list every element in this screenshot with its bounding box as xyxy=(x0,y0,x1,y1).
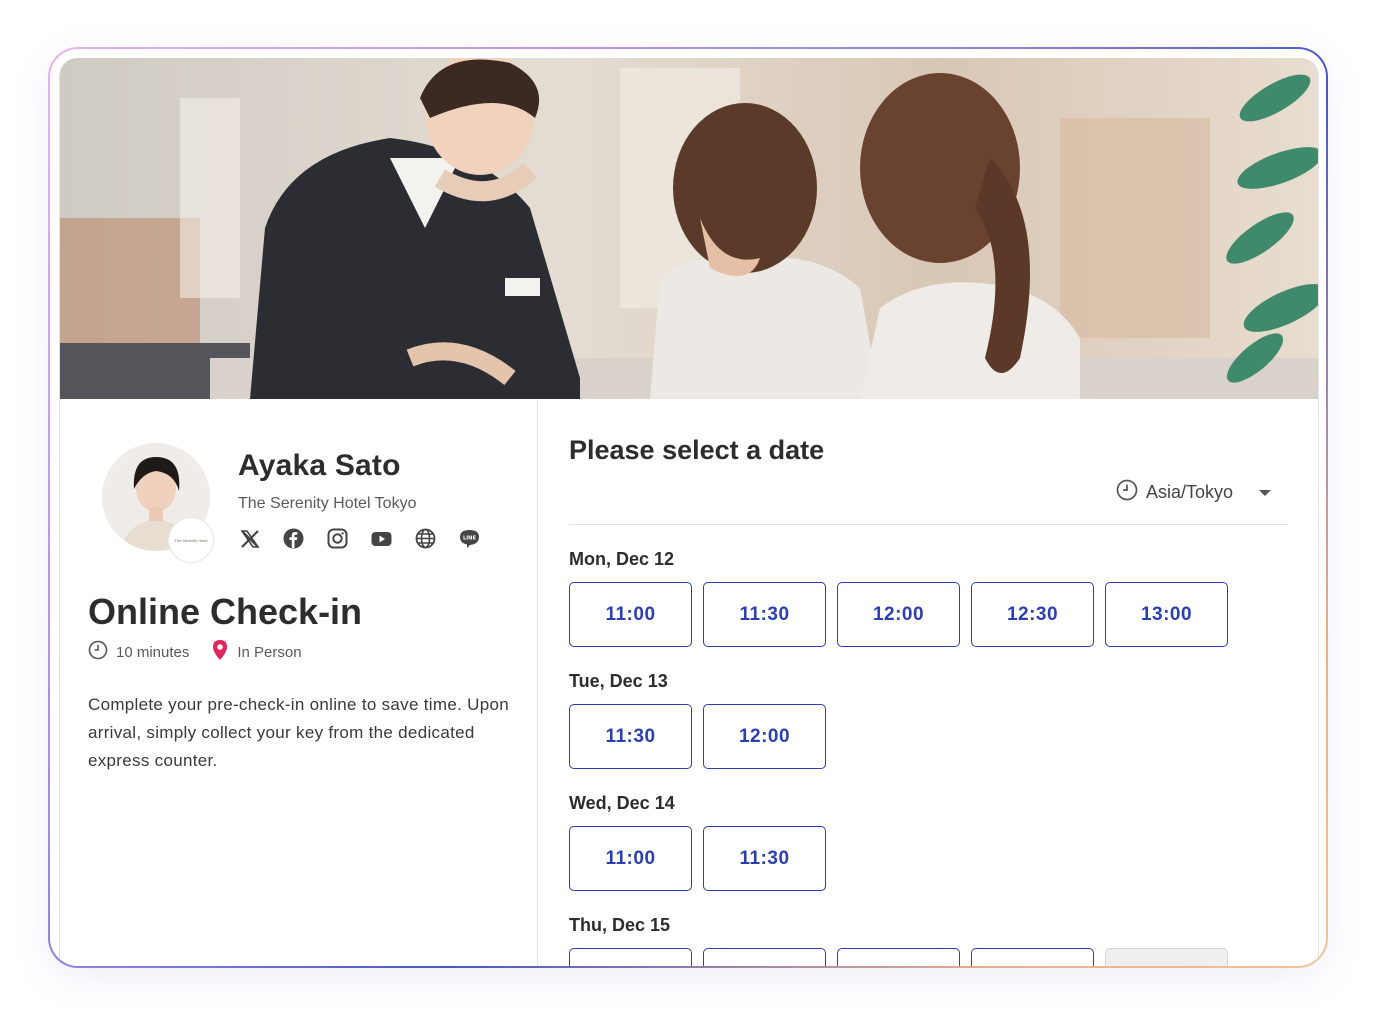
booking-card: The Serenity Hotel Ayaka Sato The Sereni… xyxy=(59,58,1319,966)
time-slot-button[interactable]: 12:30 xyxy=(971,582,1094,647)
clock-icon xyxy=(1116,479,1138,506)
time-slot-button[interactable] xyxy=(569,948,692,966)
date-selection-panel: Please select a date Asia/Tokyo Mon, Dec… xyxy=(538,399,1318,966)
time-slots xyxy=(569,948,1309,966)
event-description: Complete your pre-check-in online to sav… xyxy=(88,695,509,770)
time-slot-button[interactable]: 11:30 xyxy=(569,704,692,769)
time-slot-button[interactable]: 11:30 xyxy=(703,826,826,891)
day-label: Thu, Dec 15 xyxy=(569,915,671,935)
line-icon-label: LINE xyxy=(463,535,477,541)
hotel-logo-text: The Serenity Hotel xyxy=(174,537,208,543)
time-slot-button[interactable] xyxy=(703,948,826,966)
timezone-label: Asia/Tokyo xyxy=(1146,482,1234,502)
duration-text: 10 minutes xyxy=(116,643,190,661)
event-meta: 10 minutes In Person xyxy=(88,639,324,665)
time-slot-button[interactable]: 11:00 xyxy=(569,826,692,891)
chevron-down-icon xyxy=(1259,489,1272,496)
time-slot-button[interactable] xyxy=(971,948,1094,966)
location-text: In Person xyxy=(237,643,302,661)
day-label: Wed, Dec 14 xyxy=(569,793,675,813)
event-title: Online Check-in xyxy=(88,591,363,632)
event-details-panel: The Serenity Hotel Ayaka Sato The Sereni… xyxy=(60,399,538,966)
time-slots: 11:00 11:30 12:00 12:30 13:00 xyxy=(569,582,1309,647)
time-slot-button[interactable]: 11:30 xyxy=(703,582,826,647)
day-group: Thu, Dec 15 xyxy=(569,913,1309,966)
day-label: Tue, Dec 13 xyxy=(569,671,668,691)
clock-icon xyxy=(88,640,108,664)
location-pin-icon xyxy=(211,639,229,665)
time-slot-button[interactable]: 12:00 xyxy=(837,582,960,647)
divider xyxy=(569,524,1288,525)
facebook-icon[interactable] xyxy=(282,527,305,550)
x-icon[interactable] xyxy=(238,527,261,550)
time-slot-button[interactable]: 12:00 xyxy=(703,704,826,769)
timezone-selector[interactable]: Asia/Tokyo xyxy=(1116,479,1272,506)
time-slot-button[interactable]: 13:00 xyxy=(1105,582,1228,647)
host-name: Ayaka Sato xyxy=(238,449,401,482)
day-label: Mon, Dec 12 xyxy=(569,549,675,569)
select-date-heading: Please select a date xyxy=(569,435,825,465)
time-slots: 11:30 12:00 xyxy=(569,704,1309,769)
day-list: Mon, Dec 12 11:00 11:30 12:00 12:30 13:0… xyxy=(569,547,1309,966)
line-icon[interactable]: LINE xyxy=(458,527,481,550)
time-slot-button-disabled xyxy=(1105,948,1228,966)
social-links: LINE xyxy=(238,527,481,550)
app-frame-inner: The Serenity Hotel Ayaka Sato The Sereni… xyxy=(50,49,1326,966)
app-frame: The Serenity Hotel Ayaka Sato The Sereni… xyxy=(48,47,1328,968)
banner-image xyxy=(60,58,1318,399)
duration-info: 10 minutes xyxy=(88,640,189,664)
time-slots: 11:00 11:30 xyxy=(569,826,1309,891)
globe-icon[interactable] xyxy=(414,527,437,550)
day-group: Mon, Dec 12 11:00 11:30 12:00 12:30 13:0… xyxy=(569,547,1309,669)
host-organization: The Serenity Hotel Tokyo xyxy=(238,495,417,512)
time-slot-button[interactable] xyxy=(837,948,960,966)
day-group: Tue, Dec 13 11:30 12:00 xyxy=(569,669,1309,791)
youtube-icon[interactable] xyxy=(370,527,393,550)
hotel-logo-badge: The Serenity Hotel xyxy=(168,517,214,563)
day-group: Wed, Dec 14 11:00 11:30 xyxy=(569,791,1309,913)
time-slot-button[interactable]: 11:00 xyxy=(569,582,692,647)
instagram-icon[interactable] xyxy=(326,527,349,550)
location-info: In Person xyxy=(211,639,302,665)
